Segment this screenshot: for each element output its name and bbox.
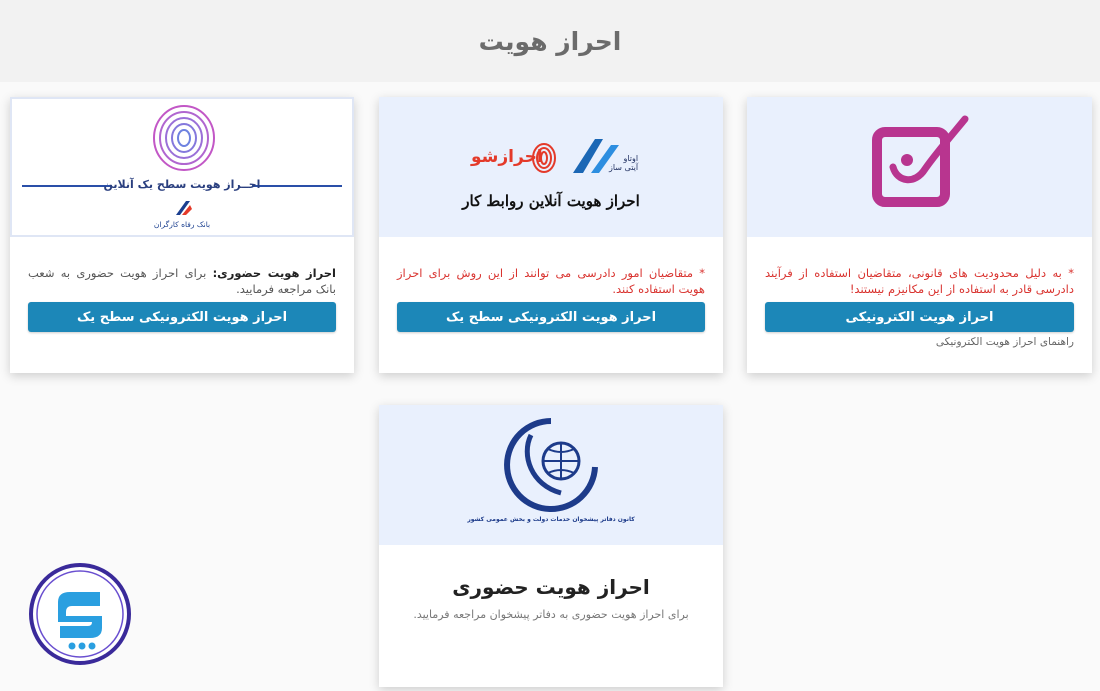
card-body: احراز هویت حضوری: برای احراز هویت حضوری … bbox=[28, 259, 336, 297]
level-one-auth-button[interactable]: احراز هویت الکترونیکی سطح یک bbox=[397, 302, 705, 332]
description-bold: احراز هویت حضوری: bbox=[212, 266, 336, 280]
fingerprint-icon bbox=[532, 143, 556, 173]
card-title: احراز هویت حضوری bbox=[452, 575, 650, 599]
card-electronic-auth: * به دلیل محدودیت های قانونی، متقاضیان ا… bbox=[747, 97, 1092, 373]
bank-auth-button[interactable]: احراز هویت الکترونیکی سطح یک bbox=[28, 302, 336, 332]
card-banner: کانون دفاتر پیشخوان خدمات دولت و بخش عمو… bbox=[379, 405, 723, 545]
card-body: * به دلیل محدودیت های قانونی، متقاضیان ا… bbox=[765, 259, 1074, 297]
electronic-auth-button[interactable]: احراز هویت الکترونیکی bbox=[765, 302, 1074, 332]
warning-text: * متقاضیان امور دادرسی می توانند از این … bbox=[397, 266, 705, 296]
help-link[interactable]: راهنمای احراز هویت الکترونیکی bbox=[936, 336, 1074, 348]
card-body: * متقاضیان امور دادرسی می توانند از این … bbox=[397, 259, 705, 297]
card-banner: احرازشو اوتاو آیتی ساز احراز هویت آنلاین… bbox=[379, 97, 723, 237]
banner-caption: احراز هویت آنلاین روابط کار bbox=[462, 192, 640, 210]
card-subtitle: برای احراز هویت حضوری به دفاتر پیشخوان م… bbox=[413, 608, 689, 621]
warning-text: * به دلیل محدودیت های قانونی، متقاضیان ا… bbox=[765, 266, 1074, 296]
pishkhan-globe-logo-icon bbox=[504, 418, 598, 512]
itsaz-logo-text: اوتاو آیتی ساز bbox=[609, 154, 639, 172]
description-text: احراز هویت حضوری: برای احراز هویت حضوری … bbox=[28, 265, 336, 297]
card-bank-auth: احــراز هویت سطح یک آنلاین بانک رفاه کار… bbox=[10, 97, 354, 373]
site-logo-badge-icon bbox=[29, 563, 131, 665]
fingerprint-icon bbox=[153, 105, 215, 171]
banner-caption: احــراز هویت سطح یک آنلاین bbox=[103, 178, 261, 191]
checkmark-logo-icon bbox=[872, 115, 969, 207]
card-in-person-office: کانون دفاتر پیشخوان خدمات دولت و بخش عمو… bbox=[379, 405, 723, 687]
bank-name: بانک رفاه کارگران bbox=[153, 220, 211, 229]
card-banner bbox=[747, 97, 1092, 237]
refah-bank-logo-icon bbox=[176, 201, 192, 215]
card-banner: احــراز هویت سطح یک آنلاین بانک رفاه کار… bbox=[10, 97, 354, 237]
page-header: احراز هویت bbox=[0, 0, 1100, 82]
page-title: احراز هویت bbox=[478, 26, 622, 56]
card-level-one-auth: احرازشو اوتاو آیتی ساز احراز هویت آنلاین… bbox=[379, 97, 723, 373]
banner-caption: کانون دفاتر پیشخوان خدمات دولت و بخش عمو… bbox=[467, 516, 635, 523]
